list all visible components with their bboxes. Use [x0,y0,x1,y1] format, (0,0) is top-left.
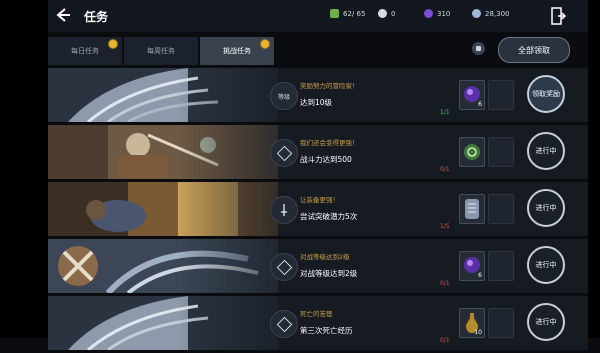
crystal-value: 310 [437,9,451,18]
tab-label: 每日任务 [71,47,99,55]
quest-title: 尝试突破潜力5次 [300,212,358,221]
top-bar: 任务 62/ 65 0 310 28,300 [48,0,588,32]
quest-progress: 0/1 [440,280,450,287]
claim-reward-button[interactable]: 领取奖励 [527,75,565,113]
tab-label: 每周任务 [147,47,175,55]
level-badge: 等级 [270,82,298,110]
quest-progress: 0/1 [440,166,450,173]
quest-title: 战斗力达到500 [300,155,352,164]
empty-reward-slot [488,308,514,338]
in-progress-button[interactable]: 进行中 [527,303,565,341]
quest-subtitle: 让装备更强！ [300,196,339,204]
quest-row: 让装备更强！ 尝试突破潜力5次 1/5 进行中 [48,182,588,236]
green-rune-icon [464,144,480,160]
energy-icon [330,9,339,18]
empty-reward-slot [488,194,514,224]
diamond-icon [276,316,292,332]
quest-tabs: 每日任务 每周任务 挑战任务 [48,37,538,65]
reward-count: 6 [478,272,482,279]
quest-progress: 1/1 [440,109,450,116]
quest-title: 第三次死亡经历 [300,326,353,335]
reward-slot[interactable]: 6 [459,80,485,110]
coin-icon [472,9,481,18]
empty-reward-slot [488,80,514,110]
empty-reward-slot [488,251,514,281]
coin-resource: 28,300 [472,9,510,18]
quest-subtitle: 我们还会变得更强！ [300,139,359,147]
diamond-icon [276,259,292,275]
quest-badge [270,253,298,281]
energy-value: 62/ 65 [343,9,366,18]
gem-value: 0 [391,9,396,18]
reward-count: 10 [474,329,482,336]
quest-row: 等级 奖励努力的冒险家！ 达到10级 1/1 6 领取奖励 [48,68,588,122]
quest-progress: 0/1 [440,337,450,344]
quest-row: 我们还会变得更强！ 战斗力达到500 0/1 进行中 [48,125,588,179]
exit-door-icon[interactable] [550,6,567,26]
energy-resource: 62/ 65 [330,9,365,18]
quest-subtitle: 死亡的苦楚 [300,310,333,318]
quest-book-icon[interactable] [472,42,485,55]
left-letterbox [0,0,48,338]
diamond-icon [276,145,292,161]
quest-subtitle: 对战等级达到2级 [300,253,350,261]
reward-slot[interactable] [459,137,485,167]
quest-row: 对战等级达到2级 对战等级达到2级 0/1 6 进行中 [48,239,588,293]
in-progress-button[interactable]: 进行中 [527,246,565,284]
quest-title: 对战等级达到2级 [300,269,358,278]
reward-slot[interactable] [459,194,485,224]
quest-subtitle: 奖励努力的冒险家！ [300,82,359,90]
right-letterbox [588,0,600,338]
scroll-icon [465,199,479,219]
claim-all-button[interactable]: 全部领取 [498,37,570,63]
tab-label: 挑战任务 [223,47,251,55]
quest-title: 达到10级 [300,98,333,107]
reward-slot[interactable]: 6 [459,251,485,281]
quest-badge [270,196,298,224]
quest-badge [270,310,298,338]
tab-weekly[interactable]: 每周任务 [124,37,198,65]
in-progress-button[interactable]: 进行中 [527,189,565,227]
gem-icon [378,9,387,18]
back-arrow-icon[interactable] [54,6,72,24]
quest-row: 死亡的苦楚 第三次死亡经历 0/1 10 进行中 [48,296,588,350]
page-title: 任务 [84,10,109,24]
empty-reward-slot [488,137,514,167]
notification-dot-icon [108,39,118,49]
in-progress-button[interactable]: 进行中 [527,132,565,170]
quest-list: 等级 奖励努力的冒险家！ 达到10级 1/1 6 领取奖励 我们还会变得更强！ … [48,68,588,353]
sword-icon [281,204,287,216]
crystal-icon [424,9,433,18]
reward-count: 6 [478,101,482,108]
crystal-resource: 310 [424,9,450,18]
tab-challenge[interactable]: 挑战任务 [200,37,274,65]
quest-badge [270,139,298,167]
coin-value: 28,300 [485,9,510,18]
tab-daily[interactable]: 每日任务 [48,37,122,65]
notification-dot-icon [260,39,270,49]
reward-slot[interactable]: 10 [459,308,485,338]
gem-resource: 0 [378,9,395,18]
quest-progress: 1/5 [440,223,450,230]
